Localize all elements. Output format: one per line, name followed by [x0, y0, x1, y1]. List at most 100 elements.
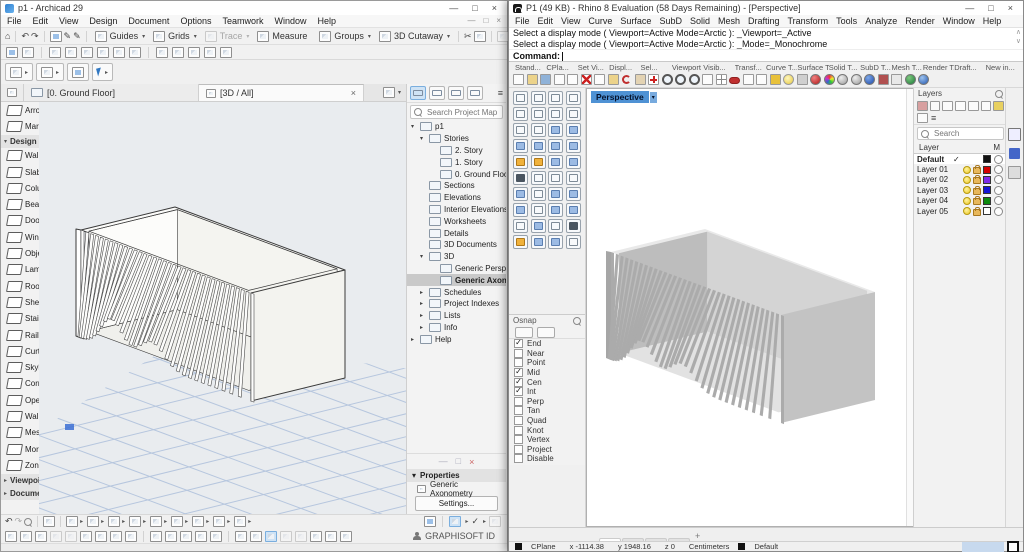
toolbar-button[interactable]: Grids ▾ [150, 30, 200, 43]
join-tool-icon[interactable] [531, 171, 546, 185]
project-tree-item[interactable]: 1. Story [407, 156, 506, 168]
ruler-icon[interactable] [449, 516, 461, 527]
plumb-icon[interactable] [156, 47, 168, 58]
current-layer-swatch[interactable] [738, 543, 745, 550]
checkbox[interactable] [514, 435, 523, 444]
minimize-button[interactable]: — [965, 1, 974, 15]
polyline-tool-icon[interactable] [548, 91, 563, 105]
toolbar-tab[interactable]: Visib... [703, 63, 734, 72]
help-icon[interactable] [939, 114, 947, 122]
menu-item[interactable]: Solid [690, 16, 710, 26]
gear-icon[interactable] [573, 317, 581, 325]
toolbox-item[interactable]: Skylight [1, 359, 39, 375]
named-views-panel-icon[interactable] [1009, 148, 1020, 159]
earth-icon[interactable] [905, 74, 916, 85]
menu-item[interactable]: Mesh [718, 16, 740, 26]
sun-icon[interactable] [195, 531, 207, 542]
view-map-icon[interactable] [429, 86, 445, 100]
check-tool-icon[interactable] [566, 219, 581, 233]
checkbox[interactable] [514, 445, 523, 454]
viewport-layout-icon[interactable] [716, 74, 727, 85]
toolbar-tab[interactable]: Transf... [735, 63, 766, 72]
isolate-icon[interactable] [756, 74, 767, 85]
levels-icon[interactable] [65, 47, 77, 58]
menu-item[interactable]: Options [180, 16, 211, 26]
menu-item[interactable]: Tools [836, 16, 857, 26]
toolbar-button[interactable]: Measure [254, 30, 314, 43]
dim-chain-icon[interactable] [235, 531, 247, 542]
maximize-button[interactable]: □ [988, 1, 993, 15]
layer-row[interactable]: Layer 02 [914, 175, 1007, 185]
elevation-icon[interactable] [188, 47, 200, 58]
maximize-button[interactable]: □ [472, 1, 477, 15]
label-icon[interactable] [220, 47, 232, 58]
curve-tool-icon[interactable] [513, 123, 528, 137]
mirror-tool-icon[interactable] [531, 203, 546, 217]
toolbar-tab[interactable]: Draft... [954, 63, 985, 72]
layer-color-swatch[interactable] [983, 186, 991, 194]
move-tool-icon[interactable] [513, 187, 528, 201]
move-icon[interactable] [648, 74, 659, 85]
osnap-option[interactable]: Knot [509, 425, 585, 435]
scale-tool-icon[interactable] [566, 187, 581, 201]
scroll-down-icon[interactable]: ∨ [1016, 38, 1021, 45]
toolbox-item[interactable]: Marquee [1, 118, 39, 134]
menu-item[interactable]: File [515, 16, 530, 26]
copy-icon[interactable] [594, 74, 605, 85]
toolbar-button[interactable]: Guides ▾ [92, 30, 149, 43]
archicad-3d-canvas[interactable] [39, 102, 406, 514]
gumball-icon[interactable] [891, 74, 902, 85]
quick-option-button[interactable] [67, 63, 89, 81]
tree-expand-arrow[interactable]: ▾ [420, 253, 426, 260]
layer-column-header[interactable]: Layer [919, 143, 939, 152]
grid-view-icon[interactable] [917, 113, 928, 123]
viewport-menu-icon[interactable]: ▾ [650, 92, 657, 103]
toolbox-item[interactable]: Beam [1, 196, 39, 212]
delete-layer-icon[interactable] [942, 101, 953, 111]
layer-color-swatch[interactable] [983, 166, 991, 174]
toolbox-item[interactable]: Opening [1, 392, 39, 408]
minimize-button[interactable]: — [449, 1, 458, 15]
graphisoft-id-label[interactable]: GRAPHISOFT ID [425, 531, 495, 541]
grid-tool-icon[interactable] [548, 219, 563, 233]
project-tree-item[interactable]: Details [407, 227, 506, 239]
favorites-icon[interactable] [81, 47, 93, 58]
toolbox-item[interactable]: Lamp [1, 262, 39, 278]
toolbar-tab[interactable]: Displ... [609, 63, 640, 72]
project-tree-item[interactable]: ▸ Info [407, 322, 506, 334]
tree-expand-arrow[interactable]: ▸ [411, 336, 417, 343]
account-icon[interactable] [413, 532, 421, 540]
toolbox-item[interactable]: Door [1, 213, 39, 229]
layer-visibility-icon[interactable] [963, 176, 971, 184]
open-viewpoint-icon[interactable]: □ [456, 456, 461, 467]
rotate-view-icon[interactable] [702, 74, 713, 85]
layer-row[interactable]: Layer 04 [914, 196, 1007, 206]
checkbox[interactable] [514, 349, 523, 358]
toolbar-button[interactable]: 3D Cutaway ▾ [376, 30, 453, 43]
layer-lock-icon[interactable] [973, 209, 981, 216]
osnap-option[interactable]: Tan [509, 406, 585, 416]
wall-ref-icon[interactable] [66, 516, 78, 527]
toolbox-item[interactable]: ▾ Design [1, 135, 39, 148]
columns-icon[interactable] [22, 47, 34, 58]
display-panel-icon[interactable] [1009, 110, 1020, 121]
menu-item[interactable]: Analyze [865, 16, 897, 26]
menu-item[interactable]: Teamwork [222, 16, 263, 26]
navigator-menu-icon[interactable]: ≡ [498, 88, 503, 99]
layer-color-swatch[interactable] [983, 207, 991, 215]
toolbox-item[interactable]: Morph [1, 441, 39, 457]
toolbox-item[interactable]: Mesh [1, 425, 39, 441]
filter-tab-icon[interactable] [537, 327, 555, 338]
rotate-tool-icon[interactable] [548, 187, 563, 201]
checkbox[interactable] [514, 454, 523, 463]
scale-icon[interactable] [150, 516, 162, 527]
osnap-option[interactable]: Vertex [509, 435, 585, 445]
zoom-undo-icon[interactable]: ↶ [5, 516, 13, 527]
toolbox-item[interactable]: Zone [1, 457, 39, 473]
lamp-icon[interactable] [783, 74, 794, 85]
bend-tool-icon[interactable] [531, 235, 546, 249]
tree-expand-arrow[interactable]: ▸ [420, 312, 426, 319]
lock-icon[interactable] [797, 74, 808, 85]
layer-color-swatch[interactable] [983, 155, 991, 163]
project-tree-item[interactable]: 3D Documents [407, 239, 506, 251]
